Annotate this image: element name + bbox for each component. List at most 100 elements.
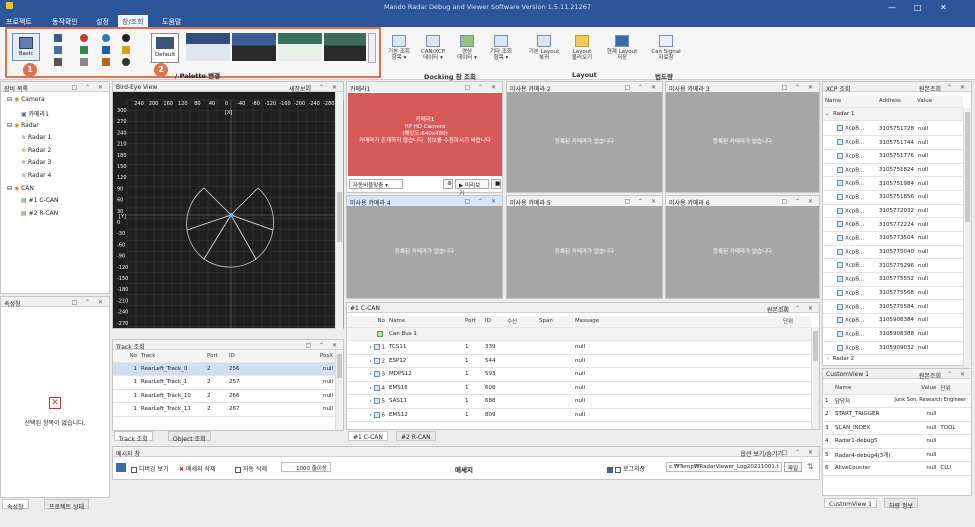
theme-icon-6[interactable]	[80, 46, 88, 54]
theme-icon-9[interactable]	[54, 58, 62, 66]
custom-raw-button[interactable]: 원본조회	[919, 371, 941, 380]
theme-icon-3[interactable]	[102, 34, 110, 42]
camera-settings-icon[interactable]: ⚙	[443, 179, 453, 189]
theme-icon-8[interactable]	[122, 46, 130, 54]
track-col-posx[interactable]: PosX	[251, 351, 335, 363]
table-row[interactable]: 1 RearLeft_Track_1 2 257 null	[113, 375, 335, 390]
menu-check[interactable]: 동작확인	[52, 17, 78, 27]
tree-camera1[interactable]: ▣ 카메라1	[21, 109, 49, 118]
table-row[interactable]: XcpB... 3105775584 null	[823, 299, 963, 315]
table-row[interactable]: XcpB... 3105751824 null	[823, 163, 963, 178]
panel-controls[interactable]: ⌃ ✕	[947, 371, 968, 378]
basic-theme-button[interactable]: Basic	[12, 33, 40, 61]
options-toggle-button[interactable]: 옵션 보기/숨기기	[740, 449, 783, 458]
panel-controls[interactable]: □ ⌃ ✕	[781, 305, 816, 312]
bev-scrollbar[interactable]	[335, 92, 343, 329]
palette-swatch-4[interactable]	[324, 33, 366, 61]
theme-icon-4[interactable]	[122, 34, 130, 42]
theme-icon-5[interactable]	[54, 46, 62, 54]
tree-ccan[interactable]: ▤ #1 C-CAN	[21, 197, 58, 204]
table-row[interactable]: › 4 EMS16 1 608 null	[347, 381, 811, 395]
table-row[interactable]: › 1 TCS11 1 339 null	[347, 340, 811, 355]
can-col-recv[interactable]: 수신	[505, 316, 537, 328]
menu-project[interactable]: 프로젝트	[6, 17, 32, 27]
can-col-no[interactable]: No	[347, 316, 387, 328]
camera-stop-icon[interactable]: ■	[491, 179, 501, 189]
table-row[interactable]: 5 Radar4-debug4(3개) null	[823, 448, 971, 462]
xcp-group-radar2[interactable]: › Radar 2	[827, 356, 854, 362]
other-view-button[interactable]: 기타 조회 항목 ▾	[484, 35, 518, 61]
tree-radar4[interactable]: ≋ Radar 4	[21, 172, 51, 179]
menu-help[interactable]: 도움말	[162, 17, 181, 27]
tree-radar1[interactable]: ≋ Radar 1	[21, 134, 51, 141]
can-col-span[interactable]: Span	[537, 316, 573, 328]
log-path-input[interactable]: c:₩Temp₩RadarViewer_Log20211001.t	[666, 462, 782, 472]
tab-ccan[interactable]: #1 C-CAN	[348, 431, 388, 441]
panel-controls[interactable]: □ ⌃ ✕	[781, 449, 816, 456]
tree-can[interactable]: ⊟ ◉ CAN	[7, 185, 34, 192]
menu-settings[interactable]: 설정	[96, 17, 109, 27]
tab-object[interactable]: Object 조회	[168, 431, 211, 443]
xcp-raw-button[interactable]: 원본조회	[919, 84, 941, 93]
table-row[interactable]: › 2 ESP12 1 544 null	[347, 354, 811, 368]
table-row[interactable]: XcpB... 3105772224 null	[823, 217, 963, 232]
tree-radar2[interactable]: ≋ Radar 2	[21, 147, 51, 154]
tree-rcan[interactable]: ▤ #2 R-CAN	[21, 210, 58, 217]
table-row[interactable]: XcpB... 3105775568 null	[823, 286, 963, 301]
save-layout-button[interactable]: 현재 Layout 저장	[602, 35, 642, 61]
tab-properties[interactable]: 속성창	[2, 499, 29, 511]
table-row[interactable]: 3 SCAN_INDEX null TOOL	[823, 421, 971, 435]
video-data-button[interactable]: 영상 데이터 ▾	[450, 35, 484, 61]
tab-vehicle-info[interactable]: 차량 정보	[884, 498, 918, 510]
table-row[interactable]: XcpB... 3105775296 null	[823, 258, 963, 274]
xcp-group-radar1[interactable]: ⌄ Radar 1	[823, 107, 963, 121]
track-scrollbar[interactable]	[335, 350, 343, 430]
track-col-id[interactable]: ID	[227, 351, 251, 363]
table-row[interactable]: 1 RearLeft_Track_11 2 267 null	[113, 402, 335, 417]
tab-customview[interactable]: CustomView 1	[824, 498, 877, 508]
palette-swatch-3[interactable]	[278, 33, 322, 61]
theme-icon-10[interactable]	[80, 58, 88, 66]
theme-icon-1[interactable]	[54, 34, 62, 42]
line-count-input[interactable]: 1000 줄이상	[281, 462, 331, 472]
panel-controls[interactable]: ⌃ ✕	[947, 84, 968, 91]
auto-delete-checkbox[interactable]	[235, 466, 241, 473]
table-row[interactable]: 2 START_TRIGGER null	[823, 407, 971, 422]
table-row[interactable]: › 6 EMS12 1 809 null	[347, 408, 811, 422]
table-row[interactable]: 4 Radar1-debug5 null	[823, 434, 971, 449]
can-col-unit[interactable]: 단위	[781, 316, 811, 328]
panel-controls[interactable]: □ ⌃ ✕	[305, 84, 340, 91]
table-row[interactable]: XcpB... 3105775552 null	[823, 272, 963, 287]
preview-button[interactable]: ▶ 미리보기	[455, 179, 489, 197]
tab-track[interactable]: Track 조회	[114, 431, 153, 443]
panel-controls[interactable]: □ ⌃ ✕	[781, 198, 816, 205]
debug-toggle[interactable]: 디버깅 보기	[131, 464, 169, 473]
cv-col-value[interactable]: Value	[892, 383, 939, 395]
tree-radar[interactable]: ⊟ ◉ Radar	[7, 122, 39, 129]
log-save-toggle[interactable]: 로그저장	[607, 464, 645, 473]
can-bus-row[interactable]: Can Bus 1	[347, 327, 811, 341]
table-row[interactable]: XcpB... 3105751856 null	[823, 190, 963, 205]
file-button[interactable]: 파일	[784, 462, 803, 472]
bev-canvas[interactable]: 240 200 160 120 80 40 0 -40 -80 -120 -160 -200 -240-…	[113, 92, 345, 330]
table-row[interactable]: 1 RearLeft_Track_10 2 266 null	[113, 389, 335, 403]
cv-col-name[interactable]: Name	[833, 383, 893, 395]
table-row[interactable]: XcpB... 3105775040 null	[823, 245, 963, 260]
clear-messages-button[interactable]: ✖ 메세지 삭제	[179, 464, 215, 473]
close-icon[interactable]: ✕	[940, 3, 947, 12]
auto-delete-toggle[interactable]: 자동 삭제	[235, 464, 267, 473]
theme-icon-2[interactable]	[80, 34, 88, 42]
tree-camera[interactable]: ⊟ ◉ Camera	[7, 96, 45, 103]
can-col-id[interactable]: ID	[483, 316, 505, 328]
theme-icon-7[interactable]	[102, 46, 110, 54]
can-signal-button[interactable]: Can Signal 자료창	[646, 35, 686, 61]
panel-controls[interactable]: □ ⌃ ✕	[624, 84, 659, 91]
table-row[interactable]: › 5 SAS11 1 688 null	[347, 394, 811, 409]
table-row[interactable]: XcpB... 3105772032 null	[823, 204, 963, 219]
basic-view-button[interactable]: 기본 조회 항목 ▾	[382, 35, 416, 61]
table-row[interactable]: XcpB... 3105773504 null	[823, 231, 963, 246]
panel-controls[interactable]: □ ⌃ ✕	[781, 84, 816, 91]
xcp-scrollbar[interactable]	[963, 108, 971, 366]
table-row[interactable]: XcpB... 3105751728 null	[823, 122, 963, 137]
load-layout-button[interactable]: Layout 불러오기	[564, 35, 600, 61]
